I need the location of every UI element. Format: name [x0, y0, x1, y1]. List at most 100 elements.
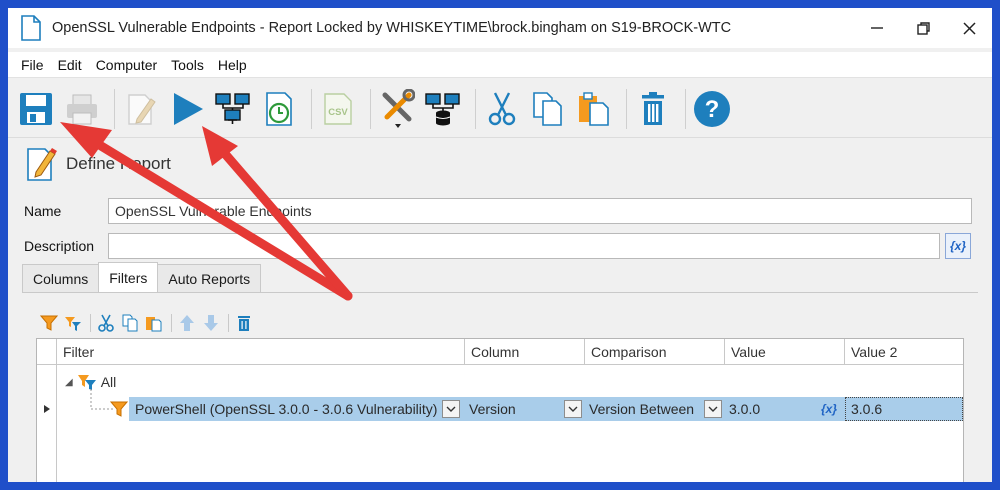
- header-value[interactable]: Value: [725, 339, 845, 365]
- comparison-dropdown-button[interactable]: [704, 400, 722, 418]
- menu-bar: File Edit Computer Tools Help: [8, 52, 992, 78]
- tab-filters[interactable]: Filters: [98, 262, 159, 292]
- move-up-button[interactable]: [176, 312, 198, 334]
- computers-icon: [215, 92, 250, 124]
- menu-file[interactable]: File: [14, 57, 51, 73]
- close-button[interactable]: [946, 8, 992, 48]
- define-report-header: Define Report: [26, 146, 171, 182]
- header-value2[interactable]: Value 2: [845, 339, 963, 365]
- print-button[interactable]: [62, 84, 102, 134]
- toolbar-divider: [114, 88, 115, 129]
- value2-cell[interactable]: 3.0.6: [847, 397, 957, 421]
- copy-button[interactable]: [528, 84, 568, 134]
- cut-button[interactable]: [482, 84, 522, 134]
- maximize-button[interactable]: [900, 8, 946, 48]
- toolbar-divider: [370, 88, 371, 129]
- window-title: OpenSSL Vulnerable Endpoints - Report Lo…: [52, 20, 732, 36]
- help-button[interactable]: ?: [692, 84, 732, 134]
- filter-icon: [40, 315, 58, 331]
- delete-icon: [642, 91, 664, 125]
- toolbar-divider: [90, 314, 91, 332]
- tab-auto-reports[interactable]: Auto Reports: [157, 264, 262, 292]
- export-csv-button[interactable]: CSV: [318, 84, 358, 134]
- print-icon: [67, 94, 97, 124]
- filter-toolbar: [38, 312, 257, 334]
- grid-header: Filter Column Comparison Value Value 2: [37, 339, 963, 365]
- csv-label: CSV: [328, 107, 348, 118]
- arrow-down-icon: [204, 315, 218, 331]
- report-file-icon: [20, 15, 42, 41]
- row-header-corner: [37, 339, 57, 365]
- toolbar-divider: [171, 314, 172, 332]
- app-window: OpenSSL Vulnerable Endpoints - Report Lo…: [8, 8, 992, 482]
- arrow-up-icon: [180, 315, 194, 331]
- filter-root-label: All: [100, 374, 117, 390]
- cut-icon: [488, 91, 516, 125]
- schedule-icon: [266, 91, 292, 126]
- description-field[interactable]: [108, 233, 940, 259]
- svg-text:?: ?: [705, 96, 720, 123]
- filter-dropdown-button[interactable]: [442, 400, 460, 418]
- menu-edit[interactable]: Edit: [51, 57, 89, 73]
- main-toolbar: CSV ?: [8, 80, 992, 138]
- name-field[interactable]: [108, 198, 972, 224]
- toolbar-divider: [311, 88, 312, 129]
- collapse-toggle-icon[interactable]: ◢: [65, 377, 73, 388]
- define-report-heading: Define Report: [66, 154, 171, 173]
- tools-button[interactable]: [377, 84, 417, 134]
- paste-button[interactable]: [574, 84, 614, 134]
- database-computers-icon: [425, 92, 460, 125]
- tab-columns[interactable]: Columns: [22, 264, 100, 292]
- run-report-button[interactable]: [167, 84, 207, 134]
- menu-help[interactable]: Help: [211, 57, 254, 73]
- menu-tools[interactable]: Tools: [164, 57, 211, 73]
- toolbar-divider: [626, 88, 627, 129]
- chevron-down-icon: [568, 406, 578, 412]
- add-filter-button[interactable]: [38, 312, 60, 334]
- header-comparison[interactable]: Comparison: [585, 339, 725, 365]
- paste-icon: [579, 91, 609, 126]
- maximize-icon: [916, 21, 930, 35]
- help-icon: ?: [694, 90, 730, 127]
- copy-filter-button[interactable]: [119, 312, 141, 334]
- title-bar: OpenSSL Vulnerable Endpoints - Report Lo…: [8, 8, 992, 48]
- computers-button[interactable]: [213, 84, 253, 134]
- add-filter-group-button[interactable]: [62, 312, 84, 334]
- value-cell[interactable]: 3.0.0: [725, 397, 815, 421]
- copy-icon: [122, 314, 138, 332]
- toolbar-divider: [475, 88, 476, 129]
- csv-icon: CSV: [324, 92, 352, 125]
- save-icon: [20, 92, 52, 125]
- copy-icon: [533, 91, 562, 126]
- paste-filter-button[interactable]: [143, 312, 165, 334]
- name-label: Name: [24, 203, 62, 219]
- close-icon: [962, 21, 976, 35]
- description-variable-button[interactable]: {x}: [945, 233, 971, 259]
- edit-button[interactable]: [121, 84, 161, 134]
- delete-button[interactable]: [633, 84, 673, 134]
- delete-icon: [238, 316, 250, 331]
- paste-icon: [146, 317, 162, 332]
- report-tabs: Columns Filters Auto Reports: [22, 262, 262, 292]
- schedule-button[interactable]: [259, 84, 299, 134]
- comparison-cell[interactable]: Version Between: [585, 397, 703, 421]
- chevron-down-icon: [708, 406, 718, 412]
- chevron-down-icon: [446, 406, 456, 412]
- column-cell[interactable]: Version: [465, 397, 565, 421]
- minimize-button[interactable]: [854, 8, 900, 48]
- header-filter[interactable]: Filter: [57, 339, 465, 365]
- move-down-button[interactable]: [200, 312, 222, 334]
- header-column[interactable]: Column: [465, 339, 585, 365]
- delete-filter-button[interactable]: [233, 312, 255, 334]
- toolbar-divider: [685, 88, 686, 129]
- description-label: Description: [24, 238, 95, 254]
- column-dropdown-button[interactable]: [564, 400, 582, 418]
- cut-icon: [98, 314, 114, 332]
- filter-name-cell[interactable]: PowerShell (OpenSSL 3.0.0 - 3.0.6 Vulner…: [131, 397, 439, 421]
- save-button[interactable]: [16, 84, 56, 134]
- database-computers-button[interactable]: [423, 84, 463, 134]
- tools-icon: [382, 88, 415, 128]
- cut-filter-button[interactable]: [95, 312, 117, 334]
- menu-computer[interactable]: Computer: [89, 57, 164, 73]
- value-variable-button[interactable]: {x}: [821, 397, 845, 421]
